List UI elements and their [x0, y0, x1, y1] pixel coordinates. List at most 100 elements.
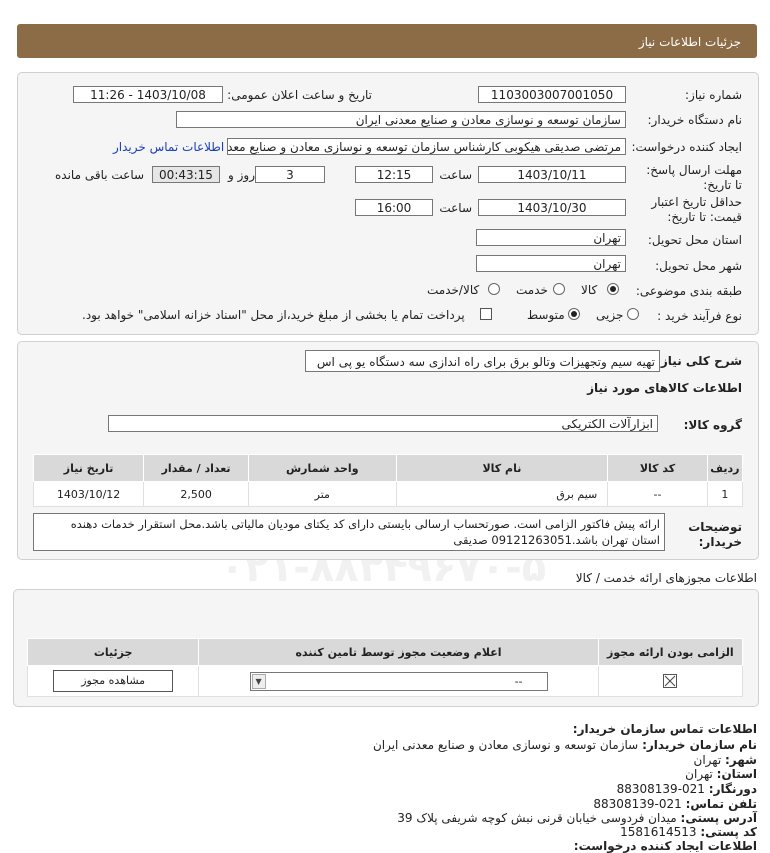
buyer-contact-link[interactable]: اطلاعات تماس خریدار: [113, 140, 224, 154]
city-label: شهر محل تحویل:: [655, 259, 742, 273]
permit-details-cell: مشاهده مجوز: [26, 665, 200, 697]
chevron-down-icon: ▼: [251, 673, 266, 689]
col-need-date: تاریخ نیاز: [32, 454, 145, 482]
permit-status-value: --: [514, 674, 523, 688]
category-radio-service[interactable]: [553, 283, 565, 295]
buyer-notes-line1: ارائه پیش فاکتور الزامی است. صورتحساب ار…: [70, 517, 660, 531]
need-number-label: شماره نیاز:: [685, 88, 742, 102]
deadline-date-field: 1403/10/11: [478, 166, 626, 183]
contact-province-value: تهران: [685, 767, 713, 781]
contact-city-label: شهر:: [725, 753, 757, 767]
need-number-field: 1103003007001050: [478, 86, 626, 103]
permit-required-checkbox: [663, 674, 678, 688]
goods-info-title: اطلاعات کالاهای مورد نیاز: [587, 381, 742, 395]
days-field: 3: [255, 166, 325, 183]
remaining-time-field: 00:43:15: [152, 166, 220, 183]
category-radio-both[interactable]: [488, 283, 500, 295]
goods-table-header: ردیف کد کالا نام کالا واحد شمارش تعداد /…: [32, 454, 744, 482]
need-description-label: شرح کلی نیاز:: [656, 354, 742, 368]
col-name: نام کالا: [395, 454, 609, 482]
contact-phone-label: تلفن تماس:: [685, 797, 757, 811]
col-code: کد کالا: [607, 454, 708, 482]
province-label: استان محل تحویل:: [647, 233, 742, 247]
table-row: 1 -- سیم برق متر 2,500 1403/10/12: [32, 481, 744, 507]
days-label: روز و: [228, 168, 255, 182]
remaining-label: ساعت باقی مانده: [55, 168, 145, 182]
cell-row: 1: [706, 481, 744, 507]
buyer-org-field: سازمان توسعه و نوسازی معادن و صنایع معدن…: [176, 111, 626, 128]
col-unit: واحد شمارش: [247, 454, 397, 482]
process-option-medium: متوسط: [527, 308, 565, 322]
need-description-field: تهیه سیم وتجهیزات وتالو برق برای راه اند…: [305, 350, 660, 372]
permit-status-cell: -- ▼: [198, 665, 599, 697]
contact-org-row: نام سازمان خریدار: سازمان توسعه و نوسازی…: [373, 738, 757, 752]
permit-required-cell: [597, 665, 744, 697]
contact-postal-row: کد پستی: 1581614513: [620, 825, 757, 839]
cell-name: سیم برق: [395, 481, 609, 507]
contact-province-row: استان: تهران: [685, 767, 757, 781]
permit-status-select[interactable]: -- ▼: [249, 671, 548, 691]
contact-creator-label: اطلاعات ایجاد کننده درخواست:: [573, 839, 757, 853]
col-row: ردیف: [706, 454, 744, 482]
category-radio-goods[interactable]: [607, 283, 619, 295]
validity-time-field: 16:00: [355, 199, 433, 216]
buyer-notes-label: توضیحات خریدار:: [688, 520, 742, 549]
contact-phone-value: 021-88308139: [593, 797, 682, 811]
contact-fax-label: دورنگار:: [708, 782, 757, 796]
contact-org-label: نام سازمان خریدار:: [642, 738, 757, 752]
page-header: جزئیات اطلاعات نیاز: [17, 24, 757, 58]
process-option-minor: جزیی: [596, 308, 624, 322]
buyer-notes-line2: استان تهران باشد.09121263051 صدیقی: [453, 533, 660, 547]
cell-need-date: 1403/10/12: [32, 481, 145, 507]
buyer-notes-box: ارائه پیش فاکتور الزامی است. صورتحساب ار…: [33, 513, 665, 551]
category-option-goods: کالا: [581, 283, 598, 297]
category-label: طبقه بندی موضوعی:: [635, 284, 742, 298]
province-field: تهران: [476, 229, 626, 246]
contact-city-row: شهر: تهران: [694, 753, 757, 767]
validity-time-label: ساعت: [439, 201, 472, 215]
goods-group-label: گروه کالا:: [683, 418, 742, 432]
contact-address-label: آدرس پستی:: [680, 811, 757, 825]
validity-label: حداقل تاریخ اعتبار قیمت: تا تاریخ:: [651, 195, 742, 224]
contact-city-value: تهران: [693, 753, 722, 767]
contact-org-value: سازمان توسعه و نوسازی معادن و صنایع معدن…: [372, 738, 639, 752]
goods-table: ردیف کد کالا نام کالا واحد شمارش تعداد /…: [32, 454, 744, 507]
permits-title: اطلاعات مجوزهای ارائه خدمت / کالا: [575, 571, 757, 585]
table-row: -- ▼ مشاهده مجوز: [26, 665, 744, 697]
page-title: جزئیات اطلاعات نیاز: [638, 35, 741, 49]
contact-fax-value: 021-88308139: [616, 782, 705, 796]
process-radio-minor[interactable]: [627, 308, 639, 320]
cell-unit: متر: [247, 481, 397, 507]
col-permit-status: اعلام وضعیت مجوز توسط تامین کننده: [198, 638, 599, 666]
contact-phone-row: تلفن تماس: 021-88308139: [593, 797, 757, 811]
contact-address-row: آدرس پستی: میدان فردوسی خیابان قرنی نبش …: [397, 811, 757, 825]
col-quantity: تعداد / مقدار: [143, 454, 249, 482]
payment-note: پرداخت تمام یا بخشی از مبلغ خرید،از محل …: [82, 308, 465, 322]
announce-field: 1403/10/08 - 11:26: [73, 86, 223, 103]
col-permit-details: جزئیات: [26, 638, 200, 666]
buyer-org-label: نام دستگاه خریدار:: [647, 113, 743, 127]
cell-code: --: [607, 481, 708, 507]
city-field: تهران: [476, 255, 626, 272]
contact-province-label: استان:: [716, 767, 757, 781]
contact-fax-row: دورنگار: 021-88308139: [617, 782, 757, 796]
announce-label: تاریخ و ساعت اعلان عمومی:: [227, 88, 372, 102]
validity-date-field: 1403/10/30: [478, 199, 626, 216]
view-permit-button[interactable]: مشاهده مجوز: [53, 670, 174, 692]
requester-field: مرتضی صدیقی هیکوبی کارشناس سازمان توسعه …: [227, 138, 626, 155]
process-radio-medium[interactable]: [568, 308, 580, 320]
contact-postal-value: 1581614513: [620, 825, 697, 839]
contact-postal-label: کد پستی:: [700, 825, 757, 839]
contact-address-value: میدان فردوسی خیابان قرنی نبش کوچه شریفی …: [397, 811, 677, 825]
goods-group-field: ابزارآلات الکتریکی: [108, 415, 658, 432]
process-label: نوع فرآیند خرید :: [657, 309, 742, 323]
permits-table-header: الزامی بودن ارائه مجوز اعلام وضعیت مجوز …: [26, 638, 744, 666]
requester-label: ایجاد کننده درخواست:: [631, 140, 742, 154]
permits-table: الزامی بودن ارائه مجوز اعلام وضعیت مجوز …: [26, 638, 744, 697]
col-permit-required: الزامی بودن ارائه مجوز: [597, 638, 744, 666]
payment-treasury-checkbox[interactable]: [480, 308, 492, 320]
category-option-service: خدمت: [516, 283, 548, 297]
cell-quantity: 2,500: [143, 481, 249, 507]
contact-title: اطلاعات تماس سازمان خریدار:: [572, 722, 757, 736]
deadline-time-label: ساعت: [439, 168, 472, 182]
